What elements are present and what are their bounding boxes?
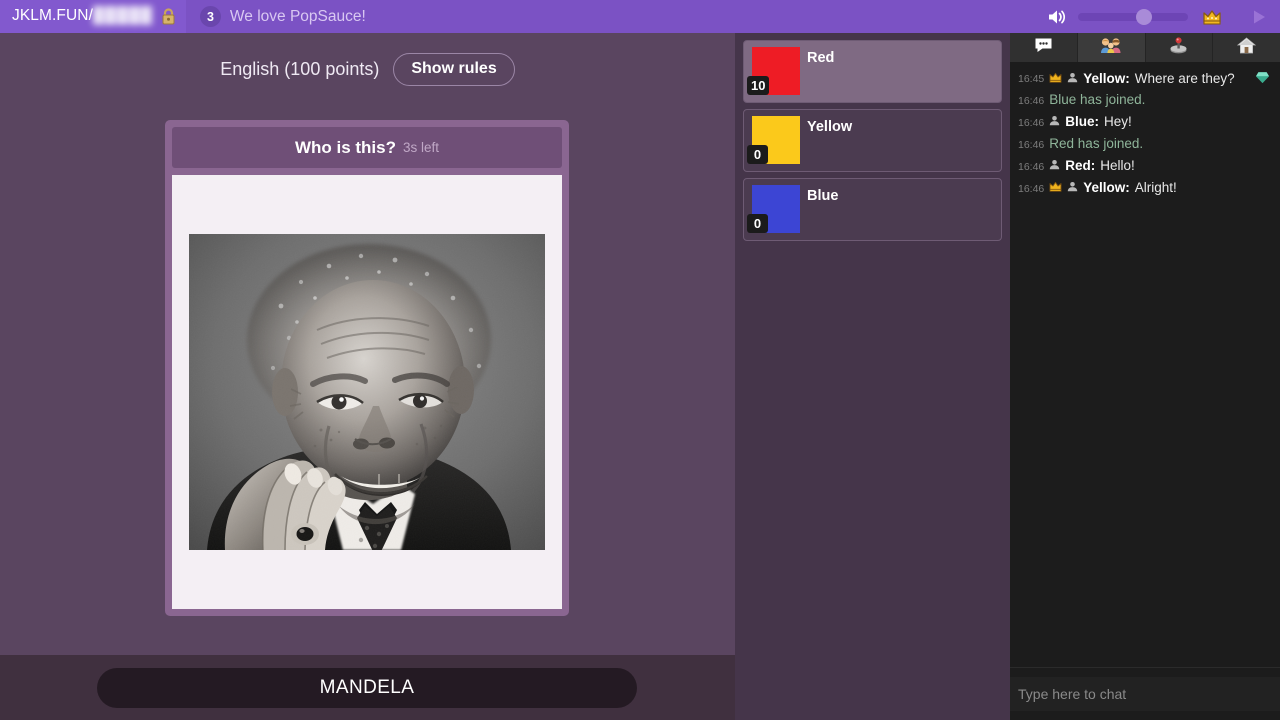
game-main-area: English (100 points) Show rules Who is t…	[0, 33, 735, 655]
chat-username: Yellow:	[1083, 180, 1130, 197]
joystick-icon	[1169, 37, 1188, 59]
players-panel: 10 Red 0 Yellow 0 Blue	[735, 33, 1010, 720]
volume-slider-knob[interactable]	[1136, 9, 1152, 25]
tab-home[interactable]	[1213, 33, 1280, 62]
room-title: We love PopSauce!	[230, 8, 366, 26]
player-score: 0	[747, 214, 768, 233]
chat-text: Where are they?	[1135, 71, 1235, 88]
person-small-icon	[1067, 71, 1078, 88]
show-rules-button[interactable]: Show rules	[393, 53, 514, 86]
round-badge: 3	[200, 6, 221, 27]
chat-username: Blue:	[1065, 114, 1099, 131]
player-score: 10	[747, 76, 769, 95]
house-icon	[1237, 37, 1256, 59]
gem-icon[interactable]	[1255, 71, 1270, 89]
chat-input-area	[1010, 667, 1280, 720]
answer-value: MANDELA	[320, 677, 415, 699]
top-bar-controls	[1046, 0, 1280, 33]
player-row[interactable]: 0 Blue	[743, 178, 1002, 241]
player-row[interactable]: 10 Red	[743, 40, 1002, 103]
language-label: English (100 points)	[220, 59, 379, 80]
language-row: English (100 points) Show rules	[0, 53, 735, 86]
chat-message: 16:46 Red has joined.	[1018, 134, 1274, 156]
chat-text: Hello!	[1100, 158, 1135, 175]
top-bar: JKLM.FUN/█████ 3 We love PopSauce!	[0, 0, 1280, 33]
room-url-area[interactable]: JKLM.FUN/█████	[0, 0, 186, 33]
question-body	[172, 175, 562, 609]
question-timer: 3s left	[403, 140, 439, 155]
chat-timestamp: 16:46	[1018, 181, 1044, 196]
person-small-icon	[1067, 180, 1078, 197]
game-page: JKLM.FUN/█████ 3 We love PopSauce!	[0, 0, 1280, 720]
tab-games[interactable]	[1146, 33, 1214, 62]
player-name: Blue	[807, 188, 838, 204]
tab-players[interactable]	[1078, 33, 1146, 62]
room-info: 3 We love PopSauce!	[186, 6, 1046, 27]
chat-system-text: Red has joined.	[1049, 136, 1143, 153]
lock-icon	[161, 8, 176, 25]
person-small-icon	[1049, 158, 1060, 175]
player-name: Yellow	[807, 119, 852, 135]
crown-icon[interactable]	[1202, 8, 1222, 26]
chat-timestamp: 16:45	[1018, 71, 1044, 86]
question-title: Who is this?	[295, 138, 396, 158]
chat-message: 16:46 Red: Hello!	[1018, 156, 1274, 178]
answer-input[interactable]: MANDELA	[97, 668, 637, 708]
speaker-volume-icon[interactable]	[1046, 7, 1070, 27]
site-label: JKLM.FUN/█████	[12, 7, 153, 25]
tab-chat[interactable]	[1010, 33, 1078, 62]
people-icon	[1100, 37, 1122, 59]
question-header: Who is this? 3s left	[172, 127, 562, 168]
player-score: 0	[747, 145, 768, 164]
volume-slider[interactable]	[1078, 13, 1188, 21]
chat-text: Alright!	[1135, 180, 1177, 197]
chat-message: 16:46 Blue has joined.	[1018, 90, 1274, 112]
player-name: Red	[807, 50, 834, 66]
crown-small-icon	[1049, 180, 1062, 197]
chat-tabs	[1010, 33, 1280, 62]
chat-input[interactable]	[1010, 677, 1280, 711]
chat-username: Yellow:	[1083, 71, 1130, 88]
play-button[interactable]	[1238, 0, 1280, 33]
answer-footer: MANDELA	[0, 655, 735, 720]
chat-username: Red:	[1065, 158, 1095, 175]
speech-bubble-icon	[1034, 37, 1053, 58]
chat-timestamp: 16:46	[1018, 137, 1044, 152]
question-card: Who is this? 3s left	[165, 120, 569, 616]
person-small-icon	[1049, 114, 1060, 131]
room-code: █████	[93, 7, 153, 25]
chat-timestamp: 16:46	[1018, 159, 1044, 174]
chat-message: 16:45 Yellow: Where are they?	[1018, 68, 1274, 90]
chat-system-text: Blue has joined.	[1049, 92, 1145, 109]
chat-text: Hey!	[1104, 114, 1132, 131]
chat-panel: 16:45 Yellow: Where are they? 16:46 Blue has…	[1010, 33, 1280, 720]
chat-log: 16:45 Yellow: Where are they? 16:46 Blue has…	[1010, 62, 1280, 668]
crown-small-icon	[1049, 71, 1062, 88]
question-photo	[189, 234, 545, 550]
chat-timestamp: 16:46	[1018, 93, 1044, 108]
player-row[interactable]: 0 Yellow	[743, 109, 1002, 172]
chat-message: 16:46 Yellow: Alright!	[1018, 177, 1274, 199]
chat-message: 16:46 Blue: Hey!	[1018, 112, 1274, 134]
chat-timestamp: 16:46	[1018, 115, 1044, 130]
players-list: 10 Red 0 Yellow 0 Blue	[743, 40, 1002, 241]
